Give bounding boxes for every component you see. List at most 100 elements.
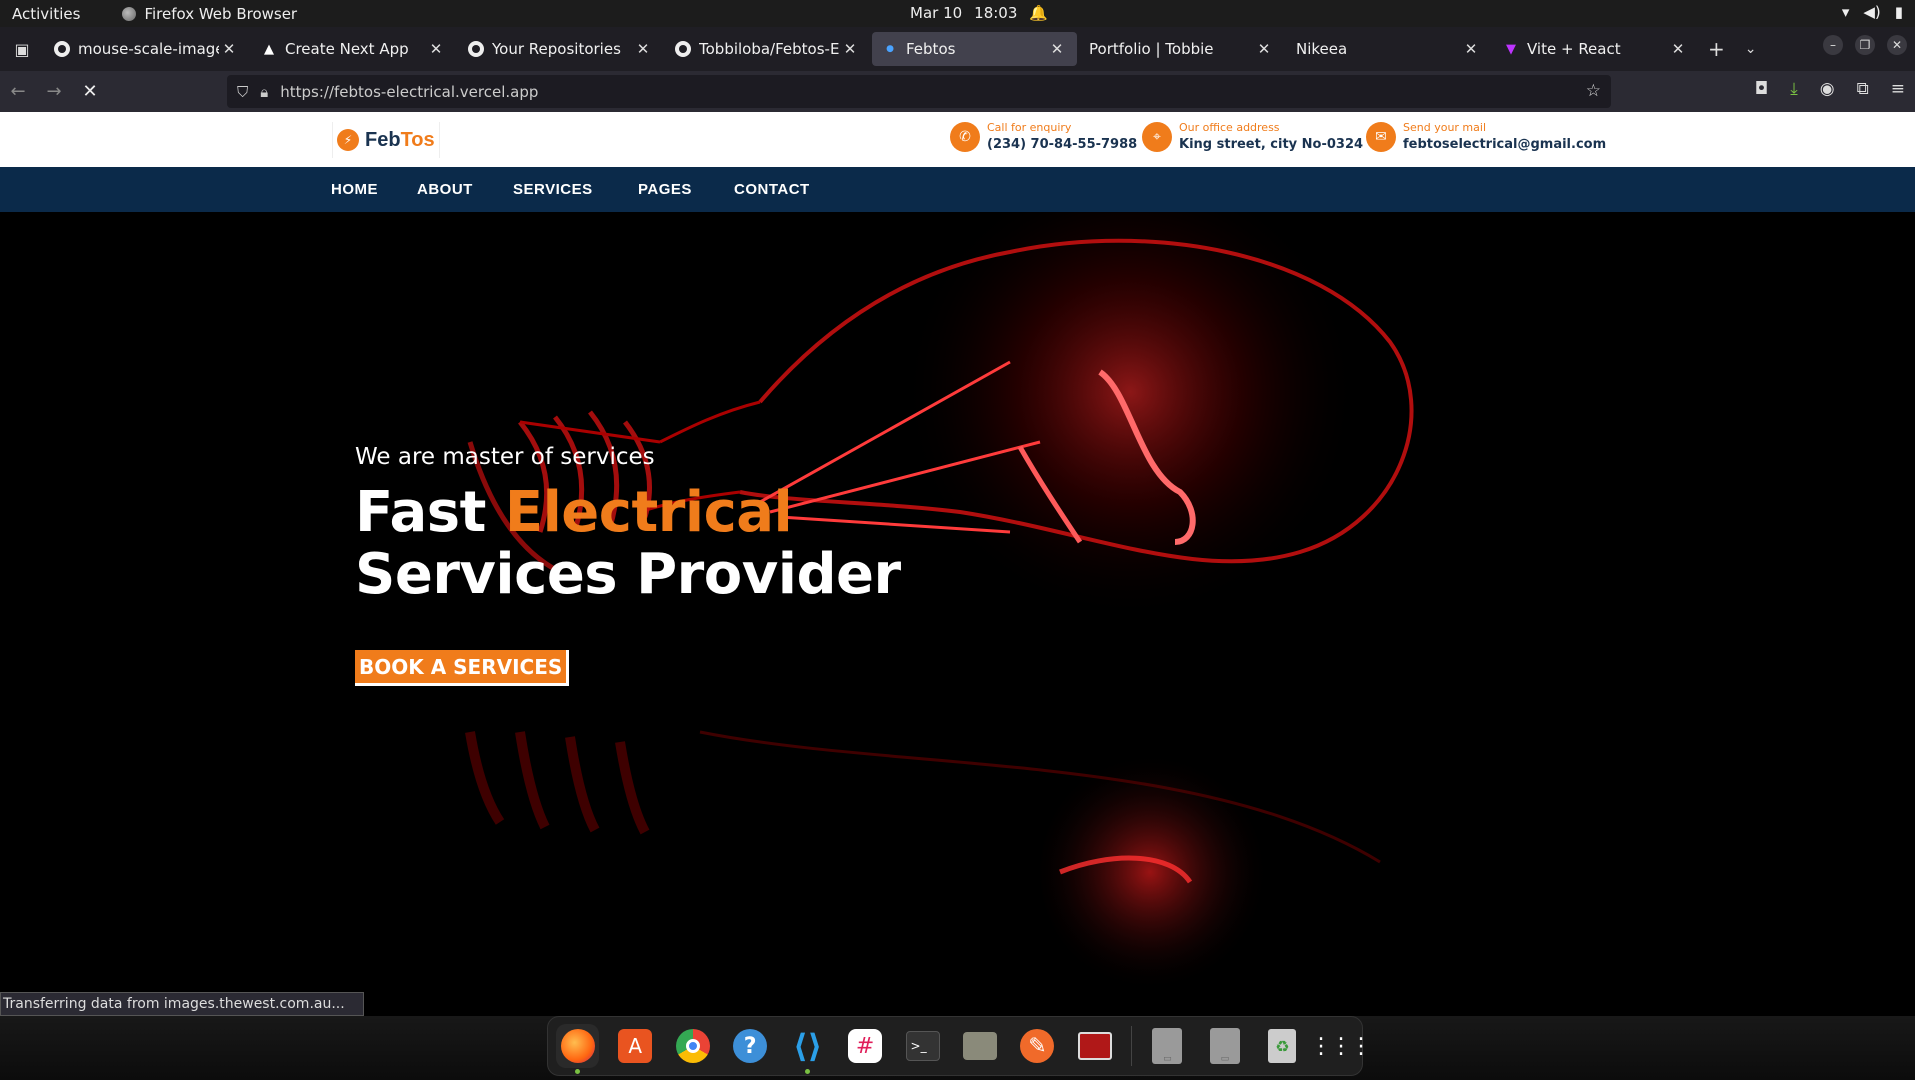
logo-icon: ⚡: [337, 129, 359, 151]
location-pin-icon: ⌖: [1142, 121, 1172, 152]
forward-icon[interactable]: →: [36, 74, 72, 110]
close-icon[interactable]: ✕: [1668, 40, 1688, 58]
system-top-bar: Activities Firefox Web Browser Mar 10 18…: [0, 0, 1915, 27]
activities-button[interactable]: Activities: [12, 5, 80, 23]
close-icon[interactable]: ✕: [219, 40, 239, 58]
stop-icon[interactable]: ✕: [72, 74, 108, 110]
contact-address: ⌖ Our office address King street, city N…: [1142, 121, 1363, 152]
phone-icon: ✆: [950, 121, 980, 152]
url-bar[interactable]: ⛉ 🔒︎ https://febtos-electrical.vercel.ap…: [227, 75, 1611, 108]
contact-value: febtoselectrical@gmail.com: [1403, 137, 1607, 152]
site-nav: HOME ABOUT SERVICES PAGES CONTACT: [0, 167, 1915, 212]
nav-pages[interactable]: PAGES: [638, 181, 692, 198]
github-icon: [468, 41, 484, 57]
tab[interactable]: mouse-scale-image-ga ✕: [44, 32, 249, 66]
book-service-button[interactable]: BOOK A SERVICES: [355, 650, 570, 686]
tab-title: Create Next App: [285, 40, 409, 58]
tab-title: Tobbiloba/Febtos-Elec: [699, 40, 840, 58]
tab-active[interactable]: ● Febtos ✕: [872, 32, 1077, 66]
close-icon[interactable]: ✕: [1047, 40, 1067, 58]
hero-title: Fast Electrical Services Provider: [355, 482, 901, 606]
lock-icon[interactable]: 🔒︎: [260, 83, 268, 101]
account-icon[interactable]: ◉: [1820, 79, 1835, 99]
mail-icon: ✉: [1366, 121, 1396, 152]
ssd-icon[interactable]: ▭: [1203, 1024, 1246, 1068]
contact-phone: ✆ Call for enquiry (234) 70-84-55-7988: [950, 121, 1137, 152]
trash-icon[interactable]: ♻: [1261, 1024, 1304, 1068]
status-bar: Transferring data from images.thewest.co…: [0, 992, 364, 1016]
restore-icon[interactable]: ❐: [1855, 35, 1875, 55]
tab[interactable]: Portfolio | Tobbie ✕: [1079, 32, 1284, 66]
hero-tagline: We are master of services: [355, 444, 655, 470]
triangle-icon: ▲: [264, 41, 274, 57]
tab-strip: ▣ mouse-scale-image-ga ✕ ▲ Create Next A…: [0, 27, 1915, 71]
tab[interactable]: Your Repositories ✕: [458, 32, 663, 66]
wifi-icon: ▾: [1841, 3, 1850, 21]
inkscape-icon[interactable]: ✎: [1016, 1024, 1059, 1068]
date: Mar 10: [910, 4, 963, 22]
hero-title-accent: Electrical: [504, 480, 793, 545]
terminal-icon[interactable]: >_: [901, 1024, 944, 1068]
shield-icon[interactable]: ⛉: [237, 83, 248, 101]
github-icon: [675, 41, 691, 57]
lightbulb-image: [465, 212, 1414, 992]
hero-section: We are master of services Fast Electrica…: [0, 212, 1915, 1080]
new-tab-icon[interactable]: +: [1708, 37, 1725, 61]
tab-title: Your Repositories: [492, 40, 621, 58]
nav-contact[interactable]: CONTACT: [734, 181, 810, 198]
github-icon: [54, 41, 70, 57]
close-icon[interactable]: ✕: [1254, 40, 1274, 58]
menu-icon[interactable]: ≡: [1891, 79, 1905, 99]
tab[interactable]: ▼ Vite + React ✕: [1493, 32, 1698, 66]
tab[interactable]: Nikeea ✕: [1286, 32, 1491, 66]
vscode-icon[interactable]: ⟨⟩: [786, 1024, 829, 1074]
pocket-icon[interactable]: ◘: [1755, 79, 1768, 99]
time: 18:03: [974, 4, 1018, 22]
close-icon[interactable]: ✕: [633, 40, 653, 58]
firefox-icon[interactable]: [556, 1024, 600, 1074]
app-menu[interactable]: Firefox Web Browser: [122, 5, 297, 23]
hero-title-line2: Services Provider: [355, 542, 901, 607]
close-icon[interactable]: ✕: [840, 40, 860, 58]
app-grid-icon[interactable]: ⋮⋮⋮: [1310, 1024, 1372, 1068]
dock-separator: [1130, 1026, 1132, 1066]
contact-label: Our office address: [1179, 121, 1280, 134]
nav-home[interactable]: HOME: [331, 181, 378, 198]
contact-value: King street, city No-0324: [1179, 137, 1364, 152]
window-close-icon[interactable]: ✕: [1887, 35, 1907, 55]
contact-value: (234) 70-84-55-7988: [987, 137, 1138, 152]
list-tabs-icon[interactable]: ⌄: [1745, 41, 1757, 57]
back-icon[interactable]: ←: [0, 74, 36, 110]
firefox-icon: [122, 6, 137, 21]
screenshot-icon[interactable]: [1073, 1024, 1116, 1068]
tab[interactable]: Tobbiloba/Febtos-Elec ✕: [665, 32, 870, 66]
volume-icon: ◀): [1863, 3, 1881, 21]
tab-overview-icon[interactable]: ▣: [0, 27, 44, 71]
nav-services[interactable]: SERVICES: [513, 181, 593, 198]
hero-title-part1: Fast: [355, 480, 505, 545]
help-icon[interactable]: ?: [728, 1024, 771, 1068]
slack-icon[interactable]: #: [843, 1024, 886, 1068]
app-center-icon[interactable]: A: [613, 1024, 656, 1068]
clock[interactable]: Mar 10 18:03 🔔: [910, 4, 1048, 22]
chrome-icon[interactable]: [671, 1024, 714, 1068]
close-icon[interactable]: ✕: [1461, 40, 1481, 58]
vite-icon: ▼: [1506, 41, 1516, 57]
download-icon[interactable]: ⤓: [1790, 79, 1798, 99]
url-text[interactable]: https://febtos-electrical.vercel.app: [280, 83, 538, 101]
tab-title: Portfolio | Tobbie: [1089, 40, 1214, 58]
tab-title: Vite + React: [1527, 40, 1621, 58]
nav-about[interactable]: ABOUT: [417, 181, 473, 198]
files-icon[interactable]: [958, 1024, 1001, 1068]
browser-toolbar: ← → ✕ ⛉ 🔒︎ https://febtos-electrical.ver…: [0, 71, 1915, 112]
dock: A ? ⟨⟩ # >_ ✎ ▭ ▭ ♻ ⋮⋮⋮: [547, 1016, 1372, 1076]
bookmark-star-icon[interactable]: ☆: [1586, 81, 1601, 101]
system-tray[interactable]: ▾ ◀) ▮: [1842, 3, 1903, 21]
ssd-icon[interactable]: ▭: [1146, 1024, 1189, 1068]
close-icon[interactable]: ✕: [426, 40, 446, 58]
tab[interactable]: ▲ Create Next App ✕: [251, 32, 456, 66]
minimize-icon[interactable]: –: [1823, 35, 1843, 55]
site-logo[interactable]: ⚡ FebTos: [332, 122, 440, 158]
extensions-icon[interactable]: ⧉: [1857, 79, 1869, 99]
battery-icon: ▮: [1894, 3, 1903, 21]
